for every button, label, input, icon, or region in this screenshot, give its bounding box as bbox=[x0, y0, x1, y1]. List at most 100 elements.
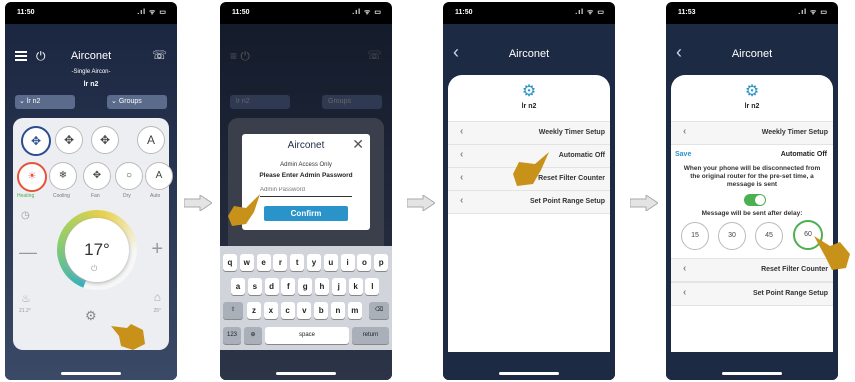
status-icons: .ıl ᯤ ▭ bbox=[798, 9, 828, 16]
chevron-left-icon: ‹ bbox=[683, 287, 687, 298]
chevron-left-icon: ‹ bbox=[460, 126, 464, 137]
groups-dropdown[interactable]: ⌄ Groups bbox=[107, 95, 167, 109]
automatic-off-toggle[interactable] bbox=[744, 194, 766, 206]
pointing-hand-icon bbox=[228, 194, 260, 226]
shift-key[interactable]: ⇧ bbox=[223, 302, 243, 319]
key-w[interactable]: w bbox=[239, 254, 254, 271]
save-button[interactable]: Save bbox=[675, 151, 691, 158]
home-indicator bbox=[276, 372, 336, 375]
settings-gear-icon[interactable]: ⚙ bbox=[85, 308, 97, 324]
cooling-mode-button[interactable]: ❄ bbox=[49, 162, 77, 190]
toggle-knob bbox=[755, 195, 765, 205]
key-t[interactable]: t bbox=[290, 254, 305, 271]
settings-card: ⚙ lr n2 ‹ Weekly Timer Setup ‹ Automatic O… bbox=[448, 75, 610, 352]
dim-menu-icon: ≡ ⏻ bbox=[230, 49, 250, 63]
step-arrow-icon bbox=[630, 195, 658, 211]
home-indicator bbox=[61, 372, 121, 375]
key-o[interactable]: o bbox=[357, 254, 372, 271]
row-label: Weekly Timer Setup bbox=[538, 129, 605, 136]
fan-mode-button[interactable]: ✥ bbox=[83, 162, 111, 190]
set-point-range-row[interactable]: ‹ Set Point Range Setup bbox=[671, 282, 833, 306]
dim-support-icon: ☏ bbox=[366, 48, 382, 62]
key-a[interactable]: a bbox=[231, 278, 245, 295]
phone-screen-1: 11:50 .ıl ᯤ ▭ ⏻ Airconet ☏ -Single Aircon… bbox=[5, 2, 177, 380]
status-bar: 11:50 .ıl ᯤ ▭ bbox=[443, 2, 615, 24]
admin-password-field[interactable] bbox=[260, 184, 352, 197]
app-logo: Airconet bbox=[731, 48, 773, 60]
fan-speed-low-button[interactable]: ✥ bbox=[21, 126, 51, 156]
auto-mode-button[interactable]: A bbox=[145, 162, 173, 190]
close-icon[interactable]: ✕ bbox=[352, 136, 364, 153]
confirm-button[interactable]: Confirm bbox=[264, 206, 348, 221]
timer-icon[interactable]: ◷ bbox=[21, 210, 30, 221]
weekly-timer-row[interactable]: ‹ Weekly Timer Setup bbox=[448, 121, 610, 145]
dial-power-icon[interactable]: ⏻ bbox=[91, 264, 97, 274]
delay-label: Message will be sent after delay: bbox=[701, 210, 803, 217]
row-label: Set Point Range Setup bbox=[752, 290, 828, 297]
step-arrow-icon bbox=[407, 195, 435, 211]
globe-icon[interactable]: ⊕ bbox=[244, 327, 262, 344]
home-temp-icon: ⌂ bbox=[153, 290, 161, 304]
reset-filter-row[interactable]: ‹ Reset Filter Counter bbox=[671, 258, 833, 282]
key-d[interactable]: d bbox=[264, 278, 279, 295]
key-q[interactable]: q bbox=[223, 254, 237, 271]
space-key[interactable]: space bbox=[265, 327, 349, 344]
key-g[interactable]: g bbox=[298, 278, 313, 295]
key-m[interactable]: m bbox=[347, 302, 362, 319]
dialog-line1: Admin Access Only bbox=[280, 162, 332, 168]
key-f[interactable]: f bbox=[281, 278, 296, 295]
delay-30-button[interactable]: 30 bbox=[718, 222, 746, 250]
outdoor-temp-icon: ♨ bbox=[21, 293, 31, 305]
key-z[interactable]: z bbox=[247, 302, 261, 319]
increase-temp-button[interactable]: + bbox=[151, 238, 163, 261]
key-n[interactable]: n bbox=[331, 302, 345, 319]
home-indicator bbox=[722, 372, 782, 375]
decrease-temp-button[interactable]: — bbox=[19, 242, 37, 263]
return-key[interactable]: return bbox=[352, 327, 389, 344]
dry-mode-button[interactable]: ○ bbox=[115, 162, 143, 190]
key-b[interactable]: b bbox=[314, 302, 329, 319]
set-point-range-row[interactable]: ‹ Set Point Range Setup bbox=[448, 190, 610, 214]
key-e[interactable]: e bbox=[256, 254, 271, 271]
key-l[interactable]: l bbox=[365, 278, 380, 295]
key-x[interactable]: x bbox=[263, 302, 278, 319]
key-u[interactable]: u bbox=[323, 254, 338, 271]
numbers-key[interactable]: 123 bbox=[223, 327, 241, 344]
key-v[interactable]: v bbox=[297, 302, 312, 319]
automatic-off-description: When your phone will be disconnected fro… bbox=[683, 165, 821, 188]
key-y[interactable]: y bbox=[307, 254, 321, 271]
key-p[interactable]: p bbox=[374, 254, 389, 271]
key-i[interactable]: i bbox=[340, 254, 355, 271]
chevron-left-icon: ‹ bbox=[683, 263, 687, 274]
settings-gear-icon: ⚙ bbox=[744, 83, 760, 100]
device-dropdown[interactable]: ⌄ lr n2 bbox=[15, 95, 75, 109]
status-icons: .ıl ᯤ ▭ bbox=[575, 9, 605, 16]
temperature-display: 17° bbox=[84, 240, 110, 259]
dim-device-dropdown: lr n2 bbox=[230, 95, 290, 109]
device-name: lr n2 bbox=[744, 103, 760, 110]
row-label: Automatic Off bbox=[558, 152, 605, 159]
app-logo: Airconet bbox=[508, 48, 550, 60]
fan-speed-high-button[interactable]: ✥ bbox=[91, 126, 119, 154]
backspace-key[interactable]: ⌫ bbox=[369, 302, 389, 319]
pointing-hand-icon bbox=[513, 152, 549, 186]
fan-auto-button[interactable]: A bbox=[137, 126, 165, 154]
key-c[interactable]: c bbox=[280, 302, 295, 319]
delay-45-button[interactable]: 45 bbox=[755, 222, 783, 250]
fan-speed-medium-button[interactable]: ✥ bbox=[55, 126, 83, 154]
device-name: lr n2 bbox=[83, 81, 99, 88]
key-h[interactable]: h bbox=[315, 278, 329, 295]
heating-mode-button[interactable]: ☀ bbox=[17, 162, 47, 192]
support-icon[interactable]: ☏ bbox=[152, 48, 167, 62]
key-k[interactable]: k bbox=[348, 278, 363, 295]
outdoor-temp-value: 21.2° bbox=[19, 308, 31, 314]
chevron-down-icon: ⌄ bbox=[111, 98, 117, 105]
key-s[interactable]: s bbox=[247, 278, 262, 295]
key-r[interactable]: r bbox=[273, 254, 288, 271]
row-label: Weekly Timer Setup bbox=[761, 129, 828, 136]
groups-dropdown-label: Groups bbox=[118, 98, 142, 105]
delay-15-button[interactable]: 15 bbox=[681, 222, 709, 250]
key-j[interactable]: j bbox=[331, 278, 346, 295]
pointing-hand-icon bbox=[814, 236, 850, 270]
weekly-timer-row[interactable]: ‹ Weekly Timer Setup bbox=[671, 121, 833, 145]
